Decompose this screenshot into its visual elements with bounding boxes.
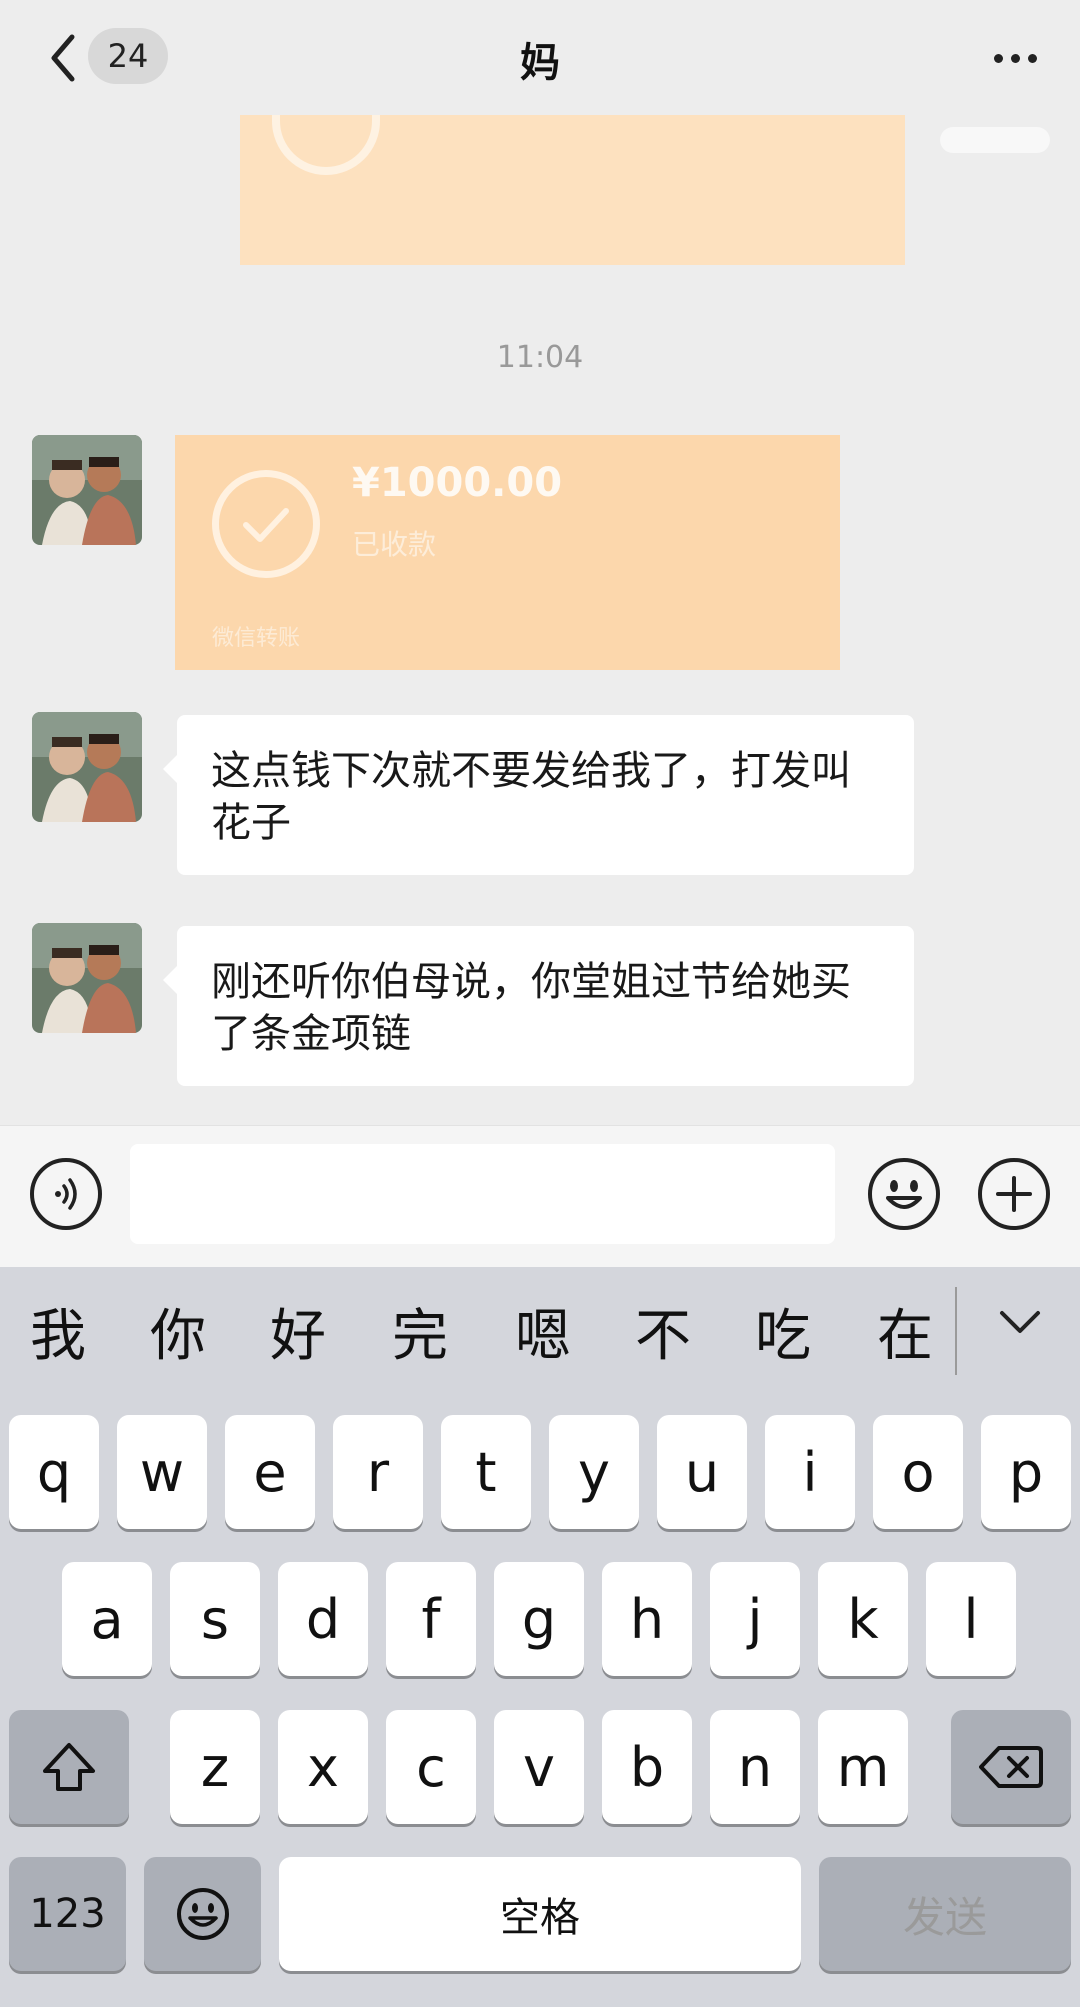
key-l[interactable]: l [926, 1562, 1016, 1676]
message-bubble[interactable]: 这点钱下次就不要发给我了，打发叫花子 [163, 715, 914, 875]
more-dot-icon [1027, 53, 1037, 63]
chevron-down-icon [1000, 1311, 1040, 1333]
voice-input-button[interactable] [30, 1158, 102, 1230]
smiley-icon [176, 1888, 229, 1940]
avatar[interactable] [32, 923, 142, 1033]
transfer-footer: 微信转账 [212, 626, 301, 651]
candidate-word[interactable]: 在 [877, 1291, 933, 1372]
chat-title: 妈 [520, 40, 560, 86]
key-a[interactable]: a [62, 1562, 152, 1676]
emoji-key[interactable] [144, 1857, 261, 1971]
more-dot-icon [993, 53, 1003, 63]
key-j[interactable]: j [710, 1562, 800, 1676]
message-input[interactable] [130, 1144, 835, 1244]
smiley-icon [886, 1180, 922, 1209]
key-n[interactable]: n [710, 1710, 800, 1824]
key-b[interactable]: b [602, 1710, 692, 1824]
key-t[interactable]: t [441, 1415, 531, 1529]
key-k[interactable]: k [818, 1562, 908, 1676]
send-key[interactable]: 发送 [819, 1857, 1071, 1971]
space-key[interactable]: 空格 [279, 1857, 801, 1971]
key-m[interactable]: m [818, 1710, 908, 1824]
keyboard: 我 你 好 完 嗯 不 吃 在 q w e r t y u i o p a s … [0, 1267, 1080, 2007]
plus-icon [996, 1176, 1032, 1212]
avatar[interactable] [32, 435, 142, 545]
candidate-word[interactable]: 好 [270, 1291, 326, 1372]
candidate-word[interactable]: 不 [635, 1291, 691, 1372]
blurred-text [940, 127, 1050, 153]
key-q[interactable]: q [9, 1415, 99, 1529]
backspace-icon [979, 1746, 1043, 1788]
key-s[interactable]: s [170, 1562, 260, 1676]
expand-candidates-button[interactable] [990, 1297, 1050, 1347]
backspace-key[interactable] [951, 1710, 1071, 1824]
key-x[interactable]: x [278, 1710, 368, 1824]
avatar[interactable] [32, 712, 142, 822]
message-bubble[interactable]: 刚还听你伯母说，你堂姐过节给她买了条金项链 [163, 926, 914, 1086]
more-functions-button[interactable] [978, 1158, 1050, 1230]
check-circle-icon [212, 470, 320, 578]
key-p[interactable]: p [981, 1415, 1071, 1529]
key-w[interactable]: w [117, 1415, 207, 1529]
voice-icon [55, 1178, 77, 1210]
key-h[interactable]: h [602, 1562, 692, 1676]
key-g[interactable]: g [494, 1562, 584, 1676]
avatar-photo [32, 712, 142, 822]
candidate-word[interactable]: 吃 [755, 1291, 811, 1372]
key-o[interactable]: o [873, 1415, 963, 1529]
candidate-word[interactable]: 你 [150, 1291, 206, 1372]
message-timestamp: 11:04 [496, 340, 584, 375]
chat-header: 24 妈 [0, 0, 1080, 115]
candidate-word[interactable]: 我 [30, 1291, 86, 1372]
key-i[interactable]: i [765, 1415, 855, 1529]
avatar-photo [32, 923, 142, 1033]
more-options-button[interactable] [980, 28, 1050, 88]
chat-area[interactable]: 11:04 ¥1000.00 已收款 微信转账 这点钱下次就不要发给我了，打发叫… [0, 115, 1080, 1125]
candidate-bar: 我 你 好 完 嗯 不 吃 在 [0, 1267, 1080, 1382]
key-u[interactable]: u [657, 1415, 747, 1529]
key-d[interactable]: d [278, 1562, 368, 1676]
more-dot-icon [1010, 53, 1020, 63]
input-bar [0, 1125, 1080, 1267]
candidate-word[interactable]: 完 [392, 1291, 448, 1372]
key-v[interactable]: v [494, 1710, 584, 1824]
key-r[interactable]: r [333, 1415, 423, 1529]
key-y[interactable]: y [549, 1415, 639, 1529]
transfer-status: 已收款 [352, 528, 437, 561]
shift-key[interactable] [9, 1710, 129, 1824]
avatar-photo [32, 435, 142, 545]
candidate-divider [955, 1287, 957, 1375]
numbers-key[interactable]: 123 [9, 1857, 126, 1971]
emoji-button[interactable] [868, 1158, 940, 1230]
key-c[interactable]: c [386, 1710, 476, 1824]
key-z[interactable]: z [170, 1710, 260, 1824]
key-e[interactable]: e [225, 1415, 315, 1529]
candidate-word[interactable]: 嗯 [515, 1291, 571, 1372]
transfer-amount: ¥1000.00 [352, 460, 563, 506]
key-f[interactable]: f [386, 1562, 476, 1676]
shift-arrow-icon [43, 1743, 95, 1791]
